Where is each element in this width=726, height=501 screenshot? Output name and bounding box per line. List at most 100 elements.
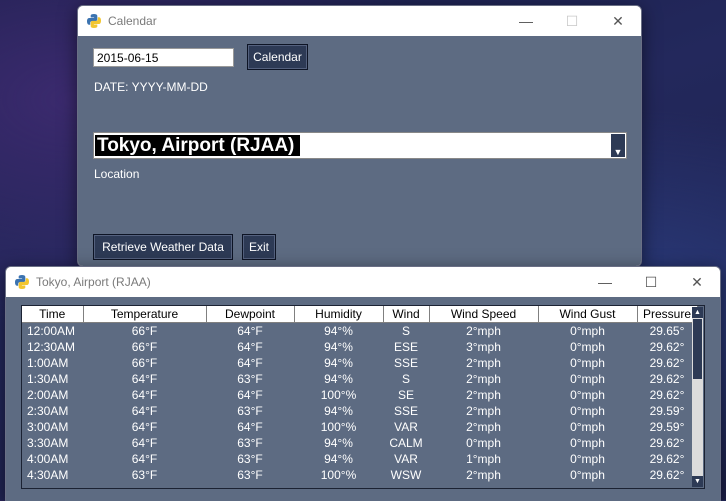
column-header[interactable]: Wind Speed bbox=[429, 306, 539, 323]
table-cell: SE bbox=[397, 388, 414, 402]
table-cell: 94°% bbox=[324, 324, 353, 338]
table-cell: 0°mph bbox=[570, 340, 605, 354]
table-cell: 2°mph bbox=[466, 356, 501, 370]
chevron-down-icon[interactable]: ▼ bbox=[611, 134, 625, 157]
calendar-window-title: Calendar bbox=[108, 14, 157, 28]
table-cell: 2°mph bbox=[466, 324, 501, 338]
table-cell: S bbox=[401, 372, 410, 386]
data-window-title: Tokyo, Airport (RJAA) bbox=[36, 275, 151, 289]
table-cell: 100°% bbox=[320, 420, 357, 434]
table-cell: 0°mph bbox=[570, 356, 605, 370]
table-cell: 1°mph bbox=[466, 452, 501, 466]
close-button[interactable]: ✕ bbox=[595, 6, 641, 36]
table-cell: SSE bbox=[393, 356, 418, 370]
exit-button[interactable]: Exit bbox=[242, 234, 276, 260]
python-icon bbox=[15, 275, 29, 289]
table-cell: 63°F bbox=[131, 468, 158, 482]
table-cell: 94°% bbox=[324, 356, 353, 370]
table-cell: 2:00AM bbox=[27, 388, 69, 402]
calendar-button[interactable]: Calendar bbox=[247, 44, 308, 70]
table-cell: 1:30AM bbox=[27, 372, 69, 386]
retrieve-weather-button[interactable]: Retrieve Weather Data bbox=[93, 234, 233, 260]
table-cell: 29.59° bbox=[649, 420, 685, 434]
minimize-button[interactable]: — bbox=[582, 267, 628, 297]
scroll-down-icon[interactable]: ▼ bbox=[692, 476, 703, 487]
column-header[interactable]: Temperature bbox=[83, 306, 207, 323]
table-row[interactable]: 12:30AM 66°F 64°F 94°% ESE 3°mph 0°mph 29.62° bbox=[22, 339, 697, 355]
table-row[interactable]: 1:30AM 64°F 63°F 94°% S 2°mph 0°mph 29.62° bbox=[22, 371, 697, 387]
table-cell: 64°F bbox=[131, 388, 158, 402]
table-row[interactable]: 2:30AM 64°F 63°F 94°% SSE 2°mph 0°mph 29.59° bbox=[22, 403, 697, 419]
column-header[interactable]: Pressure bbox=[637, 306, 698, 323]
table-row[interactable]: 12:00AM 66°F 64°F 94°% S 2°mph 0°mph 29.65° bbox=[22, 323, 697, 340]
column-header[interactable]: Humidity bbox=[294, 306, 384, 323]
table-cell: 2°mph bbox=[466, 420, 501, 434]
table-cell: ESE bbox=[393, 340, 418, 354]
table-row[interactable]: 3:00AM 64°F 64°F 100°% VAR 2°mph 0°mph 29.59° bbox=[22, 419, 697, 435]
table-cell: 2°mph bbox=[466, 372, 501, 386]
table-cell: 0°mph bbox=[570, 324, 605, 338]
table-cell: 29.62° bbox=[649, 388, 685, 402]
close-button[interactable]: ✕ bbox=[674, 267, 720, 297]
calendar-body: 2015-06-15 Calendar DATE: YYYY-MM-DD Tok… bbox=[78, 36, 641, 266]
table-cell: 66°F bbox=[131, 340, 158, 354]
calendar-titlebar[interactable]: Calendar — ☐ ✕ bbox=[78, 6, 641, 36]
minimize-button[interactable]: — bbox=[503, 6, 549, 36]
table-cell: WSW bbox=[390, 468, 422, 482]
table-cell: 0°mph bbox=[570, 436, 605, 450]
vertical-scrollbar[interactable]: ▲ ▼ bbox=[692, 307, 703, 487]
maximize-button: ☐ bbox=[565, 12, 579, 29]
table-cell: 0°mph bbox=[570, 420, 605, 434]
location-combobox[interactable]: Tokyo, Airport (RJAA) ▼ bbox=[93, 132, 627, 159]
table-cell: 94°% bbox=[324, 340, 353, 354]
table-cell: 0°mph bbox=[570, 452, 605, 466]
date-input[interactable]: 2015-06-15 bbox=[93, 48, 234, 67]
scroll-thumb[interactable] bbox=[693, 319, 702, 379]
table-cell: 66°F bbox=[131, 356, 158, 370]
maximize-button[interactable]: ☐ bbox=[628, 267, 674, 297]
table-row[interactable]: 3:30AM 64°F 63°F 94°% CALM 0°mph 0°mph 29.62° bbox=[22, 435, 697, 451]
scroll-up-icon[interactable]: ▲ bbox=[692, 307, 703, 318]
table-cell: 94°% bbox=[324, 452, 353, 466]
table-row[interactable]: 4:00AM 64°F 63°F 94°% VAR 1°mph 0°mph 29.62° bbox=[22, 451, 697, 467]
table-cell: 29.62° bbox=[649, 452, 685, 466]
table-cell: 63°F bbox=[237, 404, 263, 418]
table-cell: CALM bbox=[389, 436, 423, 450]
table-cell: 4:30AM bbox=[27, 468, 69, 482]
table-cell: SSE bbox=[393, 404, 418, 418]
table-cell: 1:00AM bbox=[27, 356, 69, 370]
table-cell: S bbox=[401, 324, 410, 338]
table-cell: VAR bbox=[394, 452, 418, 466]
table-cell: 3:30AM bbox=[27, 436, 69, 450]
column-header[interactable]: Dewpoint bbox=[206, 306, 295, 323]
python-icon bbox=[87, 14, 101, 28]
table-cell: 63°F bbox=[237, 468, 263, 482]
calendar-window: Calendar — ☐ ✕ 2015-06-15 Calendar DATE:… bbox=[77, 5, 642, 267]
table-cell: 29.62° bbox=[649, 340, 685, 354]
table-cell: 63°F bbox=[237, 372, 263, 386]
table-row[interactable]: 4:30AM 63°F 63°F 100°% WSW 2°mph 0°mph 29.62° bbox=[22, 467, 697, 483]
table-cell: 64°F bbox=[237, 388, 263, 402]
column-header[interactable]: Wind bbox=[383, 306, 430, 323]
table-cell: 29.65° bbox=[649, 324, 685, 338]
table-cell: 94°% bbox=[324, 404, 353, 418]
table-cell: 94°% bbox=[324, 436, 353, 450]
table-cell: 64°F bbox=[237, 420, 263, 434]
table-cell: 66°F bbox=[131, 324, 158, 338]
table-cell: 64°F bbox=[131, 404, 158, 418]
table-cell: 29.62° bbox=[649, 372, 685, 386]
table-cell: 4:00AM bbox=[27, 452, 69, 466]
table-row[interactable]: 1:00AM 66°F 64°F 94°% SSE 2°mph 0°mph 29.62° bbox=[22, 355, 697, 371]
table-cell: 2:30AM bbox=[27, 404, 69, 418]
table-cell: 100°% bbox=[320, 388, 357, 402]
weather-table[interactable]: Time Temperature Dewpoint Humidity Wind Wind … bbox=[21, 305, 705, 489]
table-row[interactable]: 2:00AM 64°F 64°F 100°% SE 2°mph 0°mph 29.62° bbox=[22, 387, 697, 403]
table-cell: 63°F bbox=[237, 436, 263, 450]
data-titlebar[interactable]: Tokyo, Airport (RJAA) — ☐ ✕ bbox=[6, 267, 720, 297]
table-cell: 2°mph bbox=[466, 404, 501, 418]
column-header[interactable]: Time bbox=[22, 306, 84, 323]
column-header[interactable]: Wind Gust bbox=[538, 306, 638, 323]
table-cell: 64°F bbox=[131, 372, 158, 386]
table-cell: 29.62° bbox=[649, 356, 685, 370]
table-cell: 2°mph bbox=[466, 388, 501, 402]
